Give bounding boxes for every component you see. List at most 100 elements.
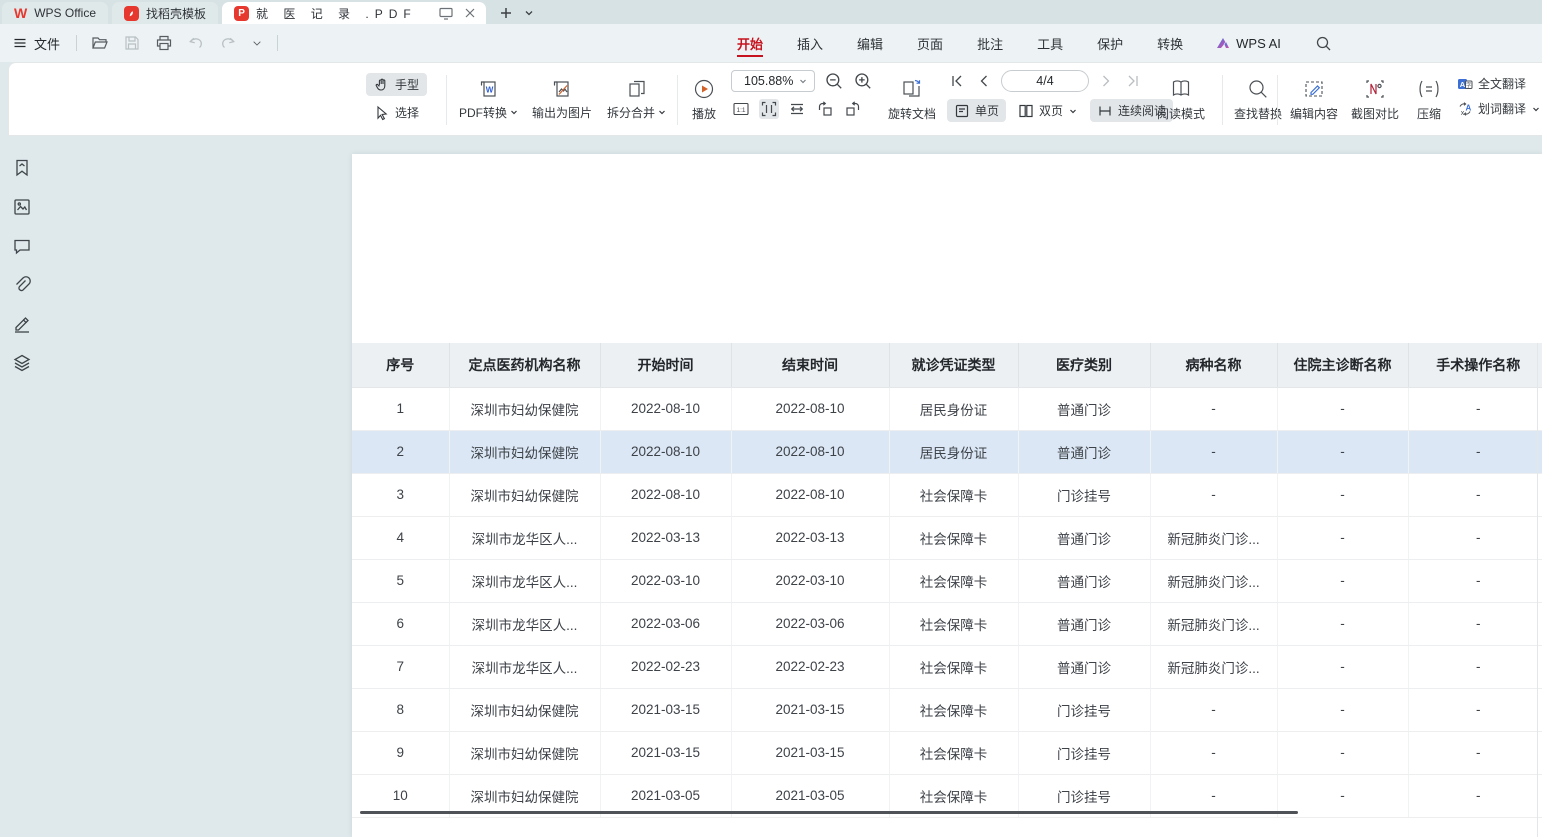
select-tool-button[interactable]: 选择: [366, 101, 427, 124]
search-icon[interactable]: [1315, 35, 1332, 52]
monitor-icon[interactable]: [438, 5, 454, 21]
quick-access-chevron-icon[interactable]: [251, 34, 263, 52]
export-image-icon: [551, 78, 573, 100]
print-icon[interactable]: [155, 34, 173, 52]
split-merge-button[interactable]: 拆分合并: [601, 70, 673, 128]
table-cell: 2021-03-15: [600, 731, 731, 774]
table-cell: 新冠肺炎门诊...: [1150, 559, 1277, 602]
compress-button[interactable]: 压缩: [1406, 70, 1452, 128]
zoom-level-select[interactable]: 105.88%: [731, 70, 815, 92]
actual-size-button[interactable]: 1:1: [731, 99, 751, 119]
table-cell: 2022-03-06: [600, 602, 731, 645]
ribbon-tab-edit[interactable]: 编辑: [855, 25, 885, 62]
rotate-right-button[interactable]: [843, 99, 863, 119]
tab-wps-home[interactable]: W WPS Office: [2, 2, 108, 24]
ribbon-tab-insert[interactable]: 插入: [795, 25, 825, 62]
document-view: 序号定点医药机构名称开始时间结束时间就诊凭证类型医疗类别病种名称住院主诊断名称手…: [0, 136, 1542, 837]
table-cell: -: [1150, 473, 1277, 516]
export-image-button[interactable]: 输出为图片: [525, 70, 599, 128]
hand-tool-button[interactable]: 手型: [366, 73, 427, 96]
full-translate-button[interactable]: A字 全文翻译: [1457, 75, 1541, 92]
edit-content-button[interactable]: 编辑内容: [1283, 70, 1345, 128]
screenshot-compare-button[interactable]: 截图对比: [1345, 70, 1405, 128]
screenshot-compare-icon: [1363, 77, 1387, 101]
double-page-button[interactable]: 双页: [1012, 99, 1084, 122]
zoom-out-icon[interactable]: [824, 71, 844, 91]
table-cell: 居民身份证: [889, 387, 1018, 430]
close-tab-icon[interactable]: [462, 5, 478, 21]
zoom-level-value: 105.88%: [744, 74, 793, 88]
table-row: 9深圳市妇幼保健院2021-03-152021-03-15社会保障卡门诊挂号--…: [352, 731, 1542, 774]
pdf-convert-label: PDF转换: [459, 104, 507, 121]
fit-page-button[interactable]: [759, 99, 779, 119]
table-row: 1深圳市妇幼保健院2022-08-102022-08-10居民身份证普通门诊--…: [352, 387, 1542, 430]
table-cell: -: [1408, 559, 1542, 602]
zoom-in-icon[interactable]: [853, 71, 873, 91]
attachment-icon[interactable]: [12, 275, 32, 295]
page-number-input[interactable]: 4/4: [1001, 70, 1089, 92]
table-cell: 门诊挂号: [1018, 473, 1150, 516]
find-replace-icon: [1246, 77, 1270, 101]
file-menu-button[interactable]: 文件: [0, 34, 70, 53]
undo-icon[interactable]: [187, 34, 205, 52]
rotate-document-button[interactable]: 旋转文档: [881, 70, 943, 128]
select-tool-label: 选择: [395, 104, 419, 121]
read-mode-button[interactable]: 阅读模式: [1152, 70, 1210, 128]
ribbon-tab-home[interactable]: 开始: [735, 25, 765, 62]
single-page-button[interactable]: 单页: [947, 99, 1006, 122]
word-translate-button[interactable]: xA 划词翻译: [1457, 100, 1541, 117]
play-label: 播放: [692, 105, 716, 122]
ribbon-tab-protect[interactable]: 保护: [1095, 25, 1125, 62]
previous-page-button[interactable]: [974, 71, 994, 91]
layers-icon[interactable]: [12, 353, 32, 373]
play-button[interactable]: 播放: [681, 70, 727, 128]
wps-ai-button[interactable]: WPS AI: [1215, 35, 1281, 51]
table-cell: 新冠肺炎门诊...: [1150, 645, 1277, 688]
table-cell: -: [1150, 688, 1277, 731]
cursor-icon: [374, 105, 390, 121]
tab-docer-templates[interactable]: 找稻壳模板: [112, 2, 218, 24]
single-page-icon: [954, 103, 970, 119]
ribbon-tab-annotate[interactable]: 批注: [975, 25, 1005, 62]
open-folder-icon[interactable]: [91, 34, 109, 52]
table-cell: -: [1277, 559, 1408, 602]
chevron-down-icon: [1068, 106, 1078, 116]
word-translate-icon: xA: [1457, 101, 1473, 117]
table-cell: 社会保障卡: [889, 559, 1018, 602]
tab-list-chevron-icon[interactable]: [524, 8, 534, 18]
thumbnail-icon[interactable]: [12, 197, 32, 217]
table-cell: -: [1277, 688, 1408, 731]
ribbon-tab-tools[interactable]: 工具: [1035, 25, 1065, 62]
table-header-cell: 结束时间: [731, 343, 889, 387]
table-header-cell: 开始时间: [600, 343, 731, 387]
first-page-button[interactable]: [947, 71, 967, 91]
full-translate-label: 全文翻译: [1478, 75, 1526, 92]
save-icon[interactable]: [123, 34, 141, 52]
find-replace-button[interactable]: 查找替换: [1227, 70, 1289, 128]
last-page-button[interactable]: [1123, 71, 1143, 91]
pdf-file-icon: P: [234, 6, 249, 21]
table-cell: 社会保障卡: [889, 602, 1018, 645]
table-cell: 2022-08-10: [731, 473, 889, 516]
ribbon-tab-convert[interactable]: 转换: [1155, 25, 1185, 62]
signature-icon[interactable]: [12, 314, 32, 334]
redo-icon[interactable]: [219, 34, 237, 52]
table-cell: -: [1277, 516, 1408, 559]
table-cell: -: [1408, 430, 1542, 473]
ribbon-tabs: 开始 插入 编辑 页面 批注 工具 保护 转换 WPS AI: [735, 24, 1332, 62]
table-cell: 2022-08-10: [731, 430, 889, 473]
fit-width-button[interactable]: [787, 99, 807, 119]
next-page-button[interactable]: [1096, 71, 1116, 91]
bookmark-icon[interactable]: [12, 158, 32, 178]
tab-document-pdf[interactable]: P 就 医 记 录 .PDF: [222, 2, 486, 24]
export-image-label: 输出为图片: [532, 104, 592, 121]
divider: [76, 35, 77, 51]
edit-content-icon: [1302, 77, 1326, 101]
ribbon-tab-page[interactable]: 页面: [915, 25, 945, 62]
horizontal-scrollbar[interactable]: [360, 811, 1298, 814]
new-tab-plus-icon[interactable]: [498, 5, 514, 21]
comment-icon[interactable]: [12, 236, 32, 256]
rotate-left-button[interactable]: [815, 99, 835, 119]
table-cell: -: [1277, 645, 1408, 688]
pdf-convert-button[interactable]: W PDF转换: [454, 70, 524, 128]
